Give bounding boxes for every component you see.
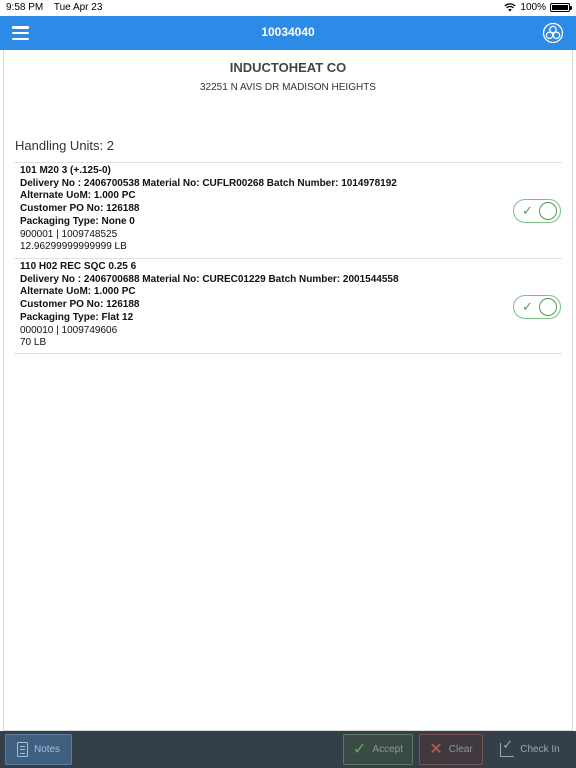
toggle-knob (539, 202, 557, 220)
check-icon: ✓ (522, 299, 533, 314)
hu-weight: 70 LB (20, 337, 47, 349)
status-date: Tue Apr 23 (53, 2, 103, 13)
accept-button[interactable]: ✓ Accept (343, 734, 413, 765)
hu-uom: Alternate UoM: 1.000 PC (20, 190, 136, 202)
handling-unit-row[interactable]: 101 M20 3 (+.125-0) Delivery No : 240670… (14, 162, 562, 258)
clear-label: Clear (448, 744, 473, 755)
hu-ids: 900001 | 1009748525 (20, 228, 118, 240)
check-icon: ✓ (522, 203, 533, 218)
bottom-toolbar: Notes ✓ Accept ✕ Clear Check In (0, 731, 576, 768)
status-time: 9:58 PM (6, 2, 44, 13)
hu-title: 101 M20 3 (+.125-0) (20, 165, 111, 176)
battery-icon (550, 3, 572, 12)
company-logo-icon[interactable] (542, 22, 564, 44)
handling-unit-row[interactable]: 110 H02 REC SQC 0.25 6 Delivery No : 240… (14, 258, 562, 354)
hu-title: 110 H02 REC SQC 0.25 6 (20, 261, 137, 272)
hu-weight: 12.96299999999999 LB (20, 241, 127, 253)
check-in-label: Check In (520, 744, 560, 755)
hu-ids: 000010 | 1009749606 (20, 324, 118, 336)
wifi-icon (504, 3, 516, 12)
accept-label: Accept (372, 744, 403, 755)
hu-delivery: Delivery No : 2406700538 Material No: CU… (20, 177, 397, 189)
hu-po: Customer PO No: 126188 (20, 299, 140, 311)
customer-address: 32251 N AVIS DR MADISON HEIGHTS (200, 82, 376, 93)
check-in-button[interactable]: Check In (489, 734, 571, 765)
notes-button[interactable]: Notes (5, 734, 72, 765)
customer-name: INDUCTOHEAT CO (229, 60, 347, 75)
hu-delivery: Delivery No : 2406700688 Material No: CU… (20, 273, 399, 285)
app-header: 10034040 (0, 16, 576, 50)
check-in-icon (500, 737, 515, 757)
hu-toggle[interactable]: ✓ (513, 199, 561, 223)
hu-uom: Alternate UoM: 1.000 PC (20, 286, 136, 298)
hu-po: Customer PO No: 126188 (20, 203, 140, 215)
hu-toggle[interactable]: ✓ (513, 295, 561, 319)
status-bar: 9:58 PM Tue Apr 23 100% (0, 0, 576, 16)
handling-units-heading: Handling Units: 2 (15, 138, 114, 153)
notes-label: Notes (33, 744, 61, 755)
toggle-knob (539, 298, 557, 316)
hu-packaging: Packaging Type: Flat 12 (20, 311, 134, 323)
x-icon: ✕ (429, 740, 443, 758)
hu-packaging: Packaging Type: None 0 (20, 215, 135, 227)
clear-button[interactable]: ✕ Clear (419, 734, 483, 765)
notes-icon (16, 742, 28, 757)
battery-percent: 100% (520, 2, 546, 13)
handling-units-list: 101 M20 3 (+.125-0) Delivery No : 240670… (14, 162, 562, 354)
check-icon: ✓ (353, 740, 367, 758)
page-title: 10034040 (261, 25, 315, 39)
